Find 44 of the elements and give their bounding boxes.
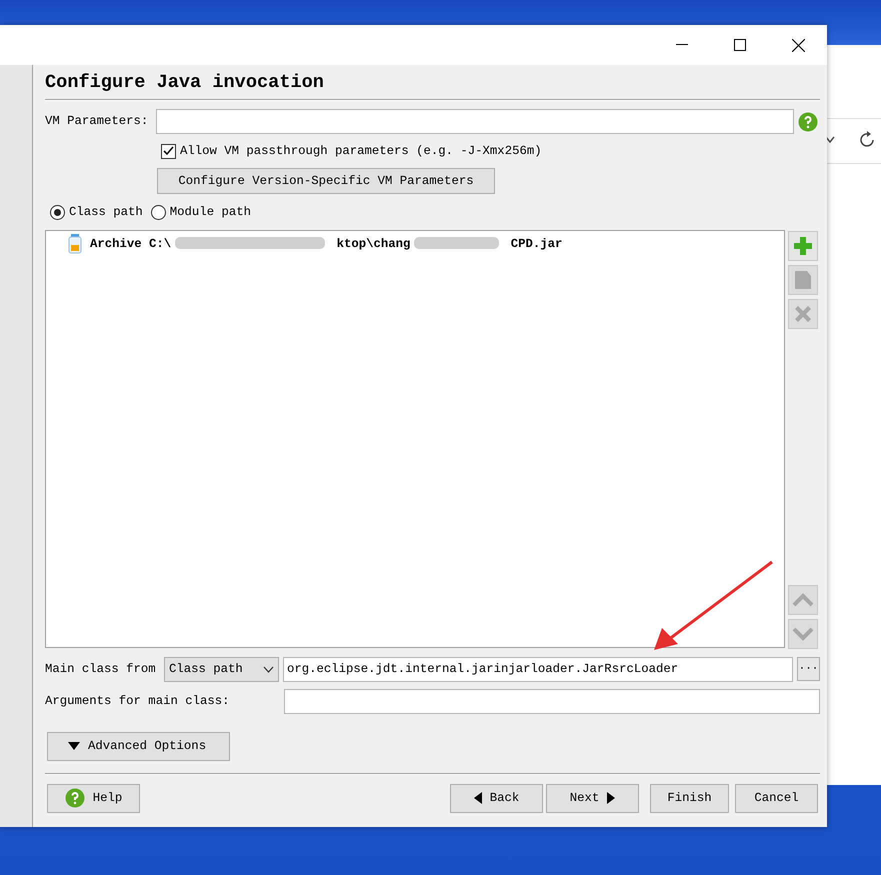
chevron-icon: [263, 666, 274, 673]
document-icon: [793, 268, 813, 291]
arguments-field[interactable]: [284, 688, 820, 714]
chevron-icon[interactable]: [825, 136, 835, 144]
checkbox[interactable]: [161, 144, 176, 159]
path-text: C:\: [149, 236, 172, 251]
page-title: Configure Java invocation: [45, 71, 325, 95]
triangle-left-icon: [474, 792, 482, 804]
jar-icon: [68, 234, 82, 254]
minimize-icon: [676, 44, 688, 46]
source-dropdown[interactable]: Class path: [164, 656, 279, 682]
chevron-down-icon: [792, 626, 814, 641]
radio-button[interactable]: [150, 205, 166, 220]
path-text: ktop\chang: [336, 236, 410, 251]
next-button[interactable]: Next: [546, 784, 639, 813]
plus-icon: [793, 236, 813, 256]
maximize-icon: [734, 39, 746, 51]
back-button[interactable]: Back: [450, 784, 543, 813]
cross-icon: [793, 304, 813, 324]
triangle-down-icon: [68, 742, 80, 750]
chevron-up-icon: [792, 592, 814, 607]
field-label: Main class from: [45, 661, 157, 678]
field-label: Arguments for main class:: [45, 693, 230, 710]
radio-label: Class path: [69, 204, 143, 222]
add-button[interactable]: [788, 230, 818, 261]
list-item[interactable]: Archive C:\ ktop\chang CPD.jar: [68, 232, 784, 255]
help-icon: [64, 788, 85, 808]
path-text: CPD.jar: [510, 236, 562, 251]
field-label: VM Parameters:: [45, 113, 150, 130]
help-icon[interactable]: [798, 112, 818, 132]
finish-button[interactable]: Finish: [650, 784, 729, 813]
text-field[interactable]: [156, 109, 794, 134]
radio-label: Module path: [170, 204, 251, 222]
main-class-field[interactable]: org.eclipse.jdt.internal.jarinjarloader.JarRsrcLoader: [283, 656, 793, 682]
triangle-right-icon: [607, 792, 616, 804]
checkbox-label: Allow VM passthrough parameters (e.g. -J-Xmx256m): [180, 143, 542, 160]
cancel-button[interactable]: Cancel: [735, 784, 818, 813]
browse-button[interactable]: ···: [797, 657, 820, 682]
configure-button[interactable]: Configure Version-Specific VM Parameters: [157, 168, 495, 194]
advanced-options-button[interactable]: Advanced Options: [47, 732, 230, 761]
entry-label: Archive: [90, 236, 142, 251]
close-icon: [792, 38, 804, 52]
radio-button[interactable]: [50, 205, 65, 220]
help-button[interactable]: Help: [47, 784, 140, 813]
